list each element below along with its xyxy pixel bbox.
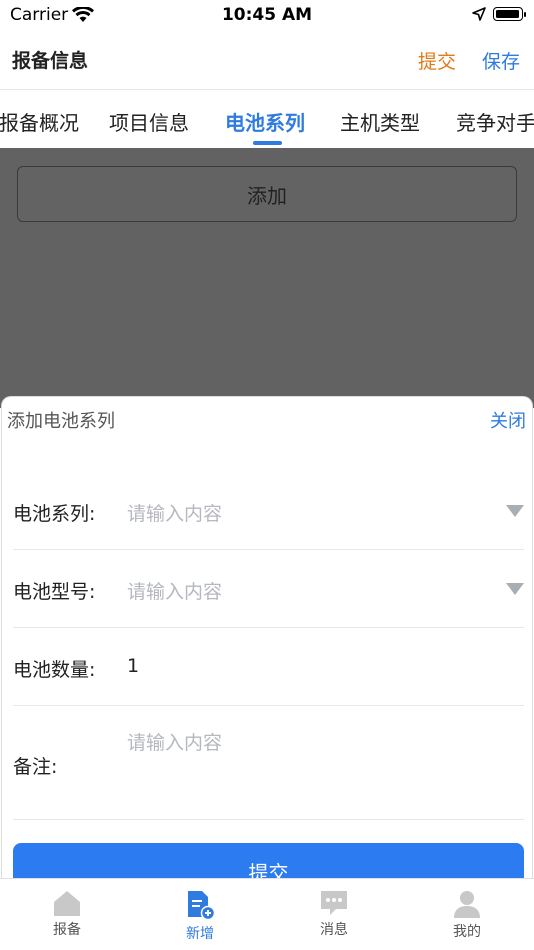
tabbar-label-mine: 我的 [453,924,481,940]
battery-model-row[interactable]: 电池型号: 请输入内容 [13,550,524,628]
tabbar-label-messages: 消息 [320,922,348,938]
tab-overview[interactable]: 报备概况 [0,107,79,136]
battery-series-row[interactable]: 电池系列: 请输入内容 [13,471,524,550]
active-tab-indicator [253,141,282,145]
tab-host-type[interactable]: 主机类型 [340,107,420,136]
battery-series-select[interactable]: 请输入内容 [127,499,222,526]
chevron-down-icon[interactable] [506,505,524,517]
battery-model-select[interactable]: 请输入内容 [127,577,222,604]
battery-icon [493,7,526,21]
house-icon [54,891,80,916]
tab-battery-series[interactable]: 电池系列 [225,107,305,136]
header-save-button[interactable]: 保存 [482,47,520,74]
tab-project-info[interactable]: 项目信息 [109,107,189,136]
tabbar-label-report: 报备 [53,922,81,938]
battery-qty-row[interactable]: 电池数量: 1 [13,628,524,706]
bottom-tab-bar: 报备 新增 消息 我的 [0,878,534,950]
tabbar-item-new[interactable]: 新增 [160,889,240,943]
tabbar-item-report[interactable]: 报备 [27,889,107,939]
person-icon [454,891,480,918]
sheet-title: 添加电池系列 [7,411,115,432]
modal-backdrop[interactable]: 添加 [0,148,534,408]
battery-qty-label: 电池数量: [13,659,96,681]
remark-textarea[interactable]: 请输入内容 [127,728,222,755]
battery-series-label: 电池系列: [13,503,96,525]
page-title: 报备信息 [12,50,89,72]
battery-qty-input[interactable]: 1 [127,655,139,677]
chat-bubble-icon [321,891,347,915]
status-bar: Carrier 10:45 AM [0,0,534,32]
chevron-down-icon[interactable] [506,583,524,595]
add-button-label: 添加 [247,183,287,208]
location-arrow-icon [472,7,486,21]
document-add-icon [188,891,216,921]
remark-label: 备注: [13,756,58,778]
add-button[interactable]: 添加 [17,166,517,222]
tab-competitors[interactable]: 竞争对手 [456,107,534,136]
tabbar-item-messages[interactable]: 消息 [294,889,374,939]
remark-row[interactable]: 备注: 请输入内容 [13,706,524,820]
header-submit-button[interactable]: 提交 [418,47,456,74]
tab-bar: 报备概况 项目信息 电池系列 主机类型 竞争对手 [0,90,534,148]
add-battery-series-sheet: 添加电池系列 关闭 电池系列: 请输入内容 电池型号: 请输入内容 电池数量: … [1,396,533,903]
close-button[interactable]: 关闭 [490,407,526,433]
app-header: 报备信息 提交 保存 [0,32,534,90]
tabbar-label-new: 新增 [186,926,214,942]
tabbar-item-mine[interactable]: 我的 [427,889,507,941]
battery-model-label: 电池型号: [13,581,96,603]
clock: 10:45 AM [221,5,313,25]
